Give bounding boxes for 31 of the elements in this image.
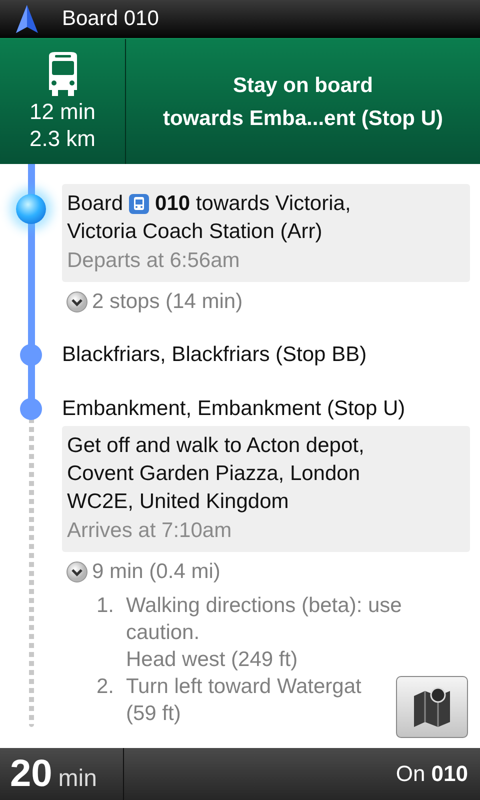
step-text: Head west (249 ft): [126, 647, 299, 673]
departure-time: Departs at 6:56am: [67, 248, 241, 274]
arrival-time: Arrives at 7:10am: [67, 518, 233, 544]
instruction-text: towards Emba...ent (Stop U): [162, 106, 443, 132]
step-text: Turn left toward Watergat: [126, 674, 362, 700]
route-text: 010 towards Victoria,: [155, 191, 351, 217]
chevron-down-icon: [66, 291, 88, 313]
stop-name: Embankment, Embankment (Stop U): [62, 396, 406, 422]
step-number: 2.: [95, 674, 114, 700]
map-icon: [412, 686, 452, 728]
stops-expander[interactable]: 2 stops (14 min): [62, 288, 243, 316]
duration-text: 12 min: [29, 98, 96, 124]
remaining-time: 20: [10, 752, 52, 796]
step-text: (59 ft): [126, 701, 182, 727]
step-text: Walking directions (beta): use caution.: [126, 593, 403, 646]
walk-expander[interactable]: 9 min (0.4 mi): [62, 558, 220, 586]
navigation-arrow-icon: [16, 5, 38, 33]
route-label: On: [396, 761, 426, 787]
step-number: 1.: [95, 593, 114, 619]
time-unit: min: [58, 765, 97, 793]
distance-text: 2.3 km: [29, 124, 96, 152]
chevron-down-icon: [66, 561, 88, 583]
stop-name: Blackfriars, Blackfriars (Stop BB): [62, 342, 368, 368]
route-number: 010: [431, 761, 468, 787]
walk-instruction: Get off and walk to Acton depot, Covent Garden Piazza, London WC2E, United Kingdom: [67, 433, 366, 515]
bus-icon: [129, 194, 150, 214]
board-text: Board: [67, 191, 124, 217]
screen-title: Board 010: [62, 7, 159, 31]
map-button[interactable]: [396, 676, 468, 738]
instruction-text: Stay on board: [232, 72, 374, 98]
route-text: Victoria Coach Station (Arr): [67, 219, 324, 245]
